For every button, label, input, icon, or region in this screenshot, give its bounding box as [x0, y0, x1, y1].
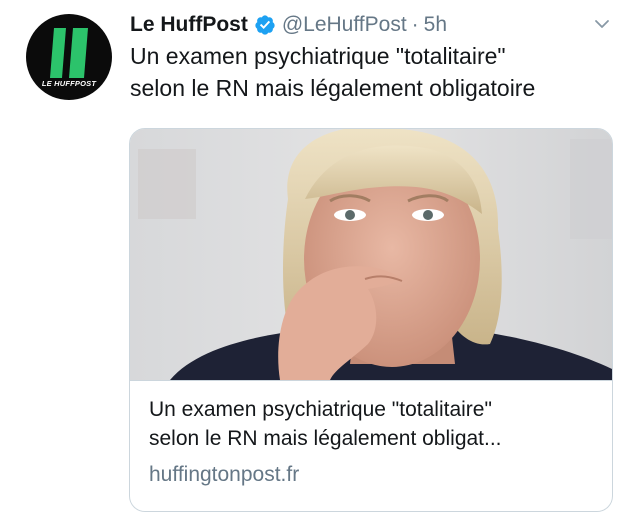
card-title-line: Un examen psychiatrique "totalitaire": [149, 398, 492, 421]
chevron-down-icon[interactable]: [592, 14, 612, 34]
separator-dot: ·: [411, 13, 419, 36]
card-title[interactable]: Un examen psychiatrique "totalitaire" se…: [149, 395, 594, 453]
tweet[interactable]: LE HUFFPOST Le HuffPost @LeHuffPost · 5h…: [0, 0, 640, 530]
link-preview-card[interactable]: Un examen psychiatrique "totalitaire" se…: [129, 128, 613, 512]
photo-illustration: [130, 129, 612, 380]
verified-badge-icon: [255, 15, 275, 35]
author-display-name[interactable]: Le HuffPost: [130, 13, 248, 37]
card-domain[interactable]: huffingtonpost.fr: [149, 463, 299, 487]
author-handle[interactable]: @LeHuffPost: [282, 13, 407, 37]
tweet-timestamp[interactable]: 5h: [424, 13, 447, 37]
avatar-logo-text: LE HUFFPOST: [41, 79, 97, 88]
tweet-text: Un examen psychiatrique "totalitaire" se…: [130, 40, 620, 104]
tweet-text-line: selon le RN mais légalement obligatoire: [130, 75, 536, 101]
link-preview-photo[interactable]: [130, 129, 612, 380]
tweet-header: Le HuffPost @LeHuffPost · 5h: [130, 10, 447, 40]
author-avatar[interactable]: LE HUFFPOST: [26, 14, 112, 100]
tweet-text-line: Un examen psychiatrique "totalitaire": [130, 43, 506, 69]
card-title-line: selon le RN mais légalement obligat...: [149, 427, 502, 450]
card-divider: [130, 380, 612, 381]
huffpost-logo-icon: [50, 28, 88, 78]
